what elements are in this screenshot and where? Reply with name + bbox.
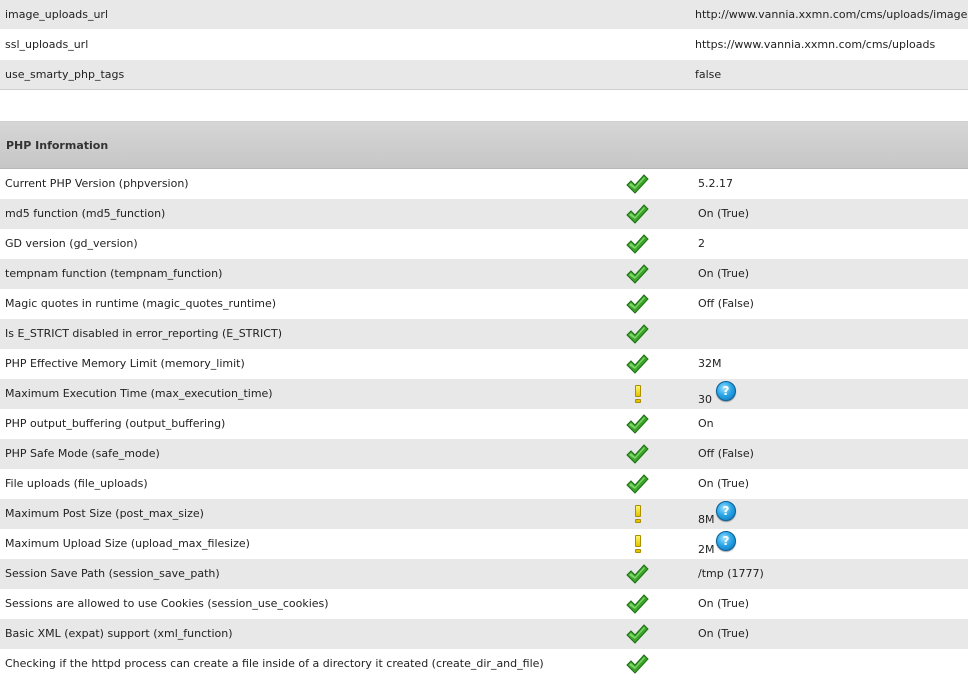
setting-label: Sessions are allowed to use Cookies (ses… [5, 597, 329, 610]
check-icon [625, 263, 649, 285]
check-icon [625, 413, 649, 435]
setting-label: Checking if the httpd process can create… [5, 657, 544, 670]
setting-label: Maximum Execution Time (max_execution_ti… [5, 387, 273, 400]
setting-value: 30 [698, 393, 712, 406]
setting-label: tempnam function (tempnam_function) [5, 267, 223, 280]
setting-label: Basic XML (expat) support (xml_function) [5, 627, 233, 640]
setting-value: Off (False) [698, 297, 754, 310]
setting-label: md5 function (md5_function) [5, 207, 166, 220]
php-info-row: Maximum Upload Size (upload_max_filesize… [0, 529, 968, 559]
check-icon [625, 623, 649, 645]
php-info-row: Maximum Post Size (post_max_size) 8M? [0, 499, 968, 529]
php-info-row: Current PHP Version (phpversion) 5.2.17 [0, 169, 968, 199]
config-row: image_uploads_url http://www.vannia.xxmn.… [0, 0, 968, 30]
setting-label: PHP Effective Memory Limit (memory_limit… [5, 357, 245, 370]
help-icon[interactable]: ? [716, 501, 736, 521]
check-icon [625, 593, 649, 615]
config-value: https://www.vannia.xxmn.com/cms/uploads [695, 38, 936, 51]
warning-icon [625, 383, 649, 405]
check-icon [625, 443, 649, 465]
setting-label: GD version (gd_version) [5, 237, 138, 250]
setting-value: On (True) [698, 627, 750, 640]
section-header: PHP Information [0, 122, 968, 169]
help-icon[interactable]: ? [716, 381, 736, 401]
setting-label: File uploads (file_uploads) [5, 477, 148, 490]
php-info-row: Basic XML (expat) support (xml_function)… [0, 619, 968, 649]
setting-label: Magic quotes in runtime (magic_quotes_ru… [5, 297, 277, 310]
setting-value: On (True) [698, 597, 750, 610]
setting-label: Maximum Upload Size (upload_max_filesize… [5, 537, 250, 550]
php-info-row: Sessions are allowed to use Cookies (ses… [0, 589, 968, 619]
php-info-row: md5 function (md5_function) On (True) [0, 199, 968, 229]
setting-value: On [698, 417, 714, 430]
php-information-section: PHP Information Current PHP Version (php… [0, 121, 968, 678]
check-icon [625, 353, 649, 375]
setting-value: Off (False) [698, 447, 754, 460]
setting-value: /tmp (1777) [698, 567, 764, 580]
setting-value: On (True) [698, 477, 750, 490]
check-icon [625, 323, 649, 345]
php-info-row: PHP Safe Mode (safe_mode) Off (False) [0, 439, 968, 469]
check-icon [625, 473, 649, 495]
config-value: false [695, 68, 722, 81]
check-icon [625, 563, 649, 585]
php-info-rows: Current PHP Version (phpversion) 5.2.17 md… [0, 169, 968, 678]
check-icon [625, 653, 649, 675]
check-icon [625, 233, 649, 255]
setting-value: 2M [698, 543, 715, 556]
php-info-row: PHP Effective Memory Limit (memory_limit… [0, 349, 968, 379]
config-row: use_smarty_php_tags false [0, 60, 968, 90]
php-info-row: Session Save Path (session_save_path) /tm… [0, 559, 968, 589]
config-row: ssl_uploads_url https://www.vannia.xxmn.c… [0, 30, 968, 60]
setting-label: Maximum Post Size (post_max_size) [5, 507, 204, 520]
config-name: ssl_uploads_url [5, 38, 89, 51]
setting-value: 8M [698, 513, 715, 526]
config-table: image_uploads_url http://www.vannia.xxmn.… [0, 0, 968, 90]
warning-icon [625, 533, 649, 555]
setting-value: On (True) [698, 267, 750, 280]
setting-label: PHP Safe Mode (safe_mode) [5, 447, 160, 460]
check-icon [625, 293, 649, 315]
warning-icon [625, 503, 649, 525]
php-info-row: PHP output_buffering (output_buffering) O… [0, 409, 968, 439]
setting-label: Current PHP Version (phpversion) [5, 177, 189, 190]
php-info-row: Checking if the httpd process can create… [0, 649, 968, 678]
setting-value: 5.2.17 [698, 177, 733, 190]
setting-value: 2 [698, 237, 705, 250]
config-name: use_smarty_php_tags [5, 68, 125, 81]
help-icon[interactable]: ? [716, 531, 736, 551]
setting-label: Is E_STRICT disabled in error_reporting … [5, 327, 282, 340]
setting-value: 32M [698, 357, 722, 370]
setting-label: PHP output_buffering (output_buffering) [5, 417, 226, 430]
check-icon [625, 173, 649, 195]
config-name: image_uploads_url [5, 8, 109, 21]
php-info-row: File uploads (file_uploads) On (True) [0, 469, 968, 499]
config-value: http://www.vannia.xxmn.com/cms/uploads/i… [695, 8, 968, 21]
php-info-row: GD version (gd_version) 2 [0, 229, 968, 259]
php-info-row: Is E_STRICT disabled in error_reporting … [0, 319, 968, 349]
setting-value: On (True) [698, 207, 750, 220]
setting-label: Session Save Path (session_save_path) [5, 567, 220, 580]
check-icon [625, 203, 649, 225]
section-title: PHP Information [6, 139, 109, 152]
php-info-row: Magic quotes in runtime (magic_quotes_ru… [0, 289, 968, 319]
php-info-row: tempnam function (tempnam_function) On (T… [0, 259, 968, 289]
php-info-row: Maximum Execution Time (max_execution_ti… [0, 379, 968, 409]
